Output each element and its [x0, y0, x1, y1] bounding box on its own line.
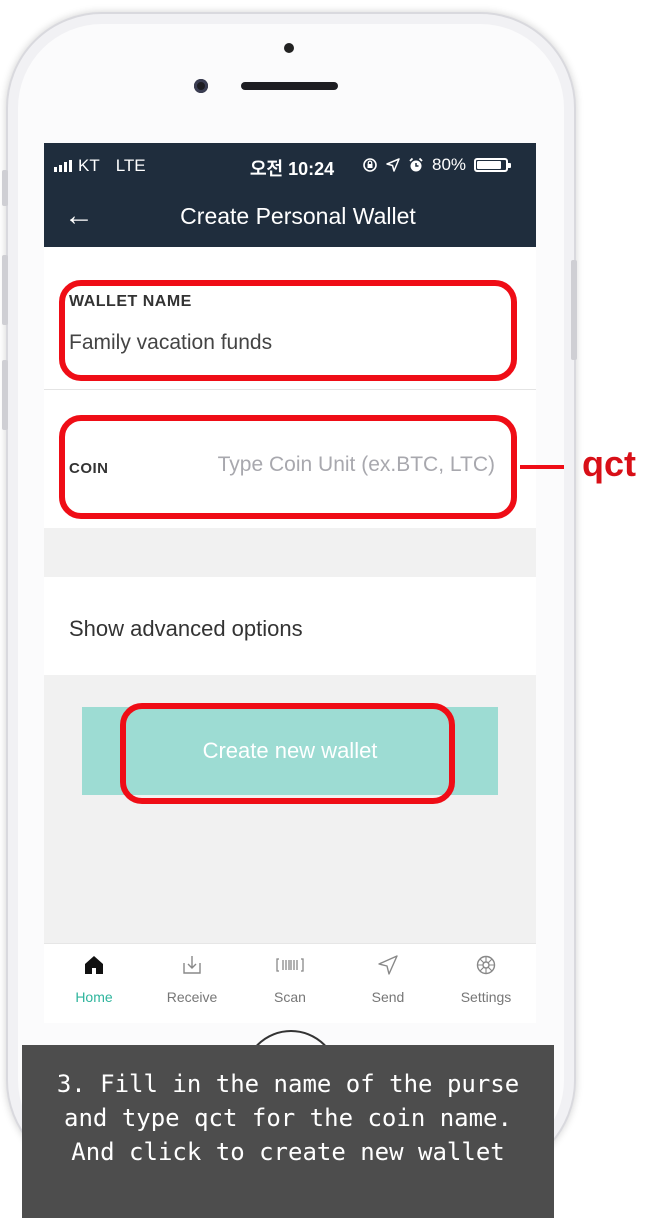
earpiece-speaker — [241, 82, 338, 90]
battery-icon — [474, 158, 512, 172]
alarm-icon — [409, 157, 423, 172]
page-title: Create Personal Wallet — [180, 203, 416, 229]
front-camera — [194, 79, 208, 93]
tab-send[interactable]: Send — [339, 953, 437, 1005]
home-icon — [45, 953, 143, 983]
status-left: KT LTE — [54, 156, 146, 176]
phone-silent-switch — [2, 170, 8, 206]
battery-level-fill — [477, 161, 502, 169]
callout-connector-line — [520, 465, 564, 469]
tab-settings[interactable]: Settings — [437, 953, 535, 1005]
proximity-sensor — [284, 43, 294, 53]
show-advanced-options[interactable]: Show advanced options — [69, 616, 303, 642]
caption-line: 3. Fill in the name of the purse — [56, 1070, 520, 1098]
tab-home-label: Home — [75, 989, 113, 1005]
tab-scan-label: Scan — [274, 989, 306, 1005]
wallet-name-input[interactable] — [69, 331, 509, 355]
status-right: 80% — [362, 155, 512, 175]
carrier-label: KT — [78, 156, 100, 175]
rotation-lock-icon — [363, 158, 377, 172]
gear-icon — [437, 953, 535, 983]
coin-input[interactable] — [150, 453, 495, 477]
signal-icon — [54, 160, 72, 172]
wallet-name-section — [44, 247, 536, 390]
battery-percent: 80% — [432, 155, 467, 174]
nav-bar: ← Create Personal Wallet — [44, 185, 536, 247]
barcode-scan-icon — [241, 953, 339, 983]
network-label: LTE — [115, 156, 146, 175]
location-arrow-icon — [386, 158, 400, 172]
app-screen: KT LTE 오전 10:24 80% ← Create Personal Wa… — [44, 143, 536, 1023]
tab-receive-label: Receive — [166, 989, 218, 1005]
tab-settings-label: Settings — [460, 989, 512, 1005]
phone-power-button — [571, 260, 577, 360]
tab-send-label: Send — [371, 989, 405, 1005]
coin-label: COIN — [69, 460, 109, 477]
coin-callout-text: qct — [582, 443, 636, 484]
tab-scan[interactable]: Scan — [241, 953, 339, 1005]
create-wallet-button[interactable]: Create new wallet — [82, 707, 498, 795]
send-icon — [339, 953, 437, 983]
status-time: 오전 10:24 — [250, 159, 335, 179]
tab-home[interactable]: Home — [45, 953, 143, 1005]
receive-icon — [143, 953, 241, 983]
caption-line: and type qct for the coin name. — [64, 1104, 512, 1132]
wallet-name-label: WALLET NAME — [69, 293, 192, 310]
phone-volume-up — [2, 255, 8, 325]
tab-receive[interactable]: Receive — [143, 953, 241, 1005]
phone-volume-down — [2, 360, 8, 430]
instruction-caption: 3. Fill in the name of the purse and typ… — [22, 1045, 554, 1218]
caption-line: And click to create new wallet — [71, 1138, 505, 1166]
status-bar: KT LTE 오전 10:24 80% — [44, 143, 536, 185]
